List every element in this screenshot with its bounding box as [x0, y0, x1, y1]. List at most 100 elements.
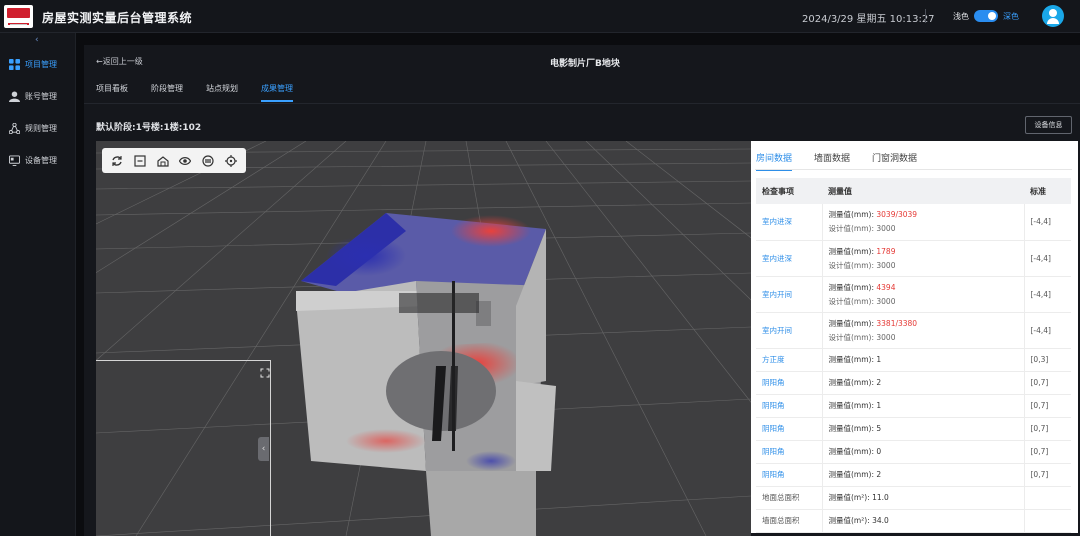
measured-label: 测量值(m²): — [828, 493, 873, 502]
eye-icon[interactable] — [178, 154, 192, 168]
measured-value: 4394 — [876, 282, 896, 292]
top-bar: 房屋实测实量后台管理系统 2024/3/29 星期五 10:13:27 浅色 深… — [0, 0, 1080, 33]
standard-cell: [0,7] — [1024, 394, 1071, 418]
check-item-link[interactable]: 室内进深 — [762, 217, 792, 226]
measured-value: 2 — [876, 378, 882, 387]
table-row: 阴阳角 测量值(mm): 2 [0,7] — [756, 463, 1071, 487]
sidebar-item-label: 设备管理 — [25, 155, 57, 165]
check-item-link[interactable]: 阴阳角 — [762, 378, 785, 387]
layers-icon[interactable] — [201, 154, 215, 168]
expand-icon[interactable] — [260, 363, 270, 378]
user-icon — [9, 90, 20, 102]
check-item-cell: 阴阳角 — [756, 371, 823, 395]
theme-toggle[interactable] — [974, 10, 998, 22]
column-header: 标准 — [1024, 178, 1071, 204]
standard-cell: [0,7] — [1024, 463, 1071, 487]
measured-label: 测量值(mm): — [828, 210, 877, 220]
target-icon[interactable] — [224, 154, 238, 168]
measured-label: 测量值(mm): — [828, 424, 877, 433]
check-item-cell: 阴阳角 — [756, 440, 823, 464]
tab-dashboard[interactable]: 项目看板 — [96, 83, 128, 102]
datetime-display: 2024/3/29 星期五 10:13:27 — [802, 14, 935, 25]
toggle-knob — [988, 12, 996, 20]
check-item-cell: 阴阳角 — [756, 417, 823, 441]
measured-label: 测量值(mm): — [828, 246, 877, 256]
measured-cell: 测量值(mm): 3381/3380 设计值(mm): 3000 — [822, 312, 1025, 349]
tab-stage[interactable]: 阶段管理 — [151, 83, 183, 102]
minus-box-icon[interactable] — [133, 154, 147, 168]
standard-cell — [1024, 486, 1071, 510]
page-title: 电影制片厂B地块 — [550, 59, 620, 69]
grid-icon — [9, 58, 20, 70]
avatar[interactable] — [1042, 5, 1064, 27]
tab-bar: 项目看板 阶段管理 站点规划 成果管理 — [96, 83, 316, 102]
tab-results[interactable]: 成果管理 — [261, 83, 293, 102]
divider — [84, 103, 1080, 104]
table-row: 地面总面积 测量值(m²): 11.0 — [756, 486, 1071, 510]
standard-cell: [-4,4] — [1024, 312, 1071, 349]
measured-cell: 测量值(mm): 0 — [822, 440, 1025, 464]
table-row: 室内开间 测量值(mm): 3381/3380 设计值(mm): 3000 [-4,4… — [756, 312, 1071, 349]
check-item-link[interactable]: 阴阳角 — [762, 424, 785, 433]
app-title: 房屋实测实量后台管理系统 — [42, 11, 193, 25]
measured-value: 11.0 — [872, 493, 889, 502]
check-item-link[interactable]: 室内进深 — [762, 254, 792, 263]
measured-value: 3039/3039 — [876, 210, 918, 220]
sidebar-item-account[interactable]: 账号管理 — [9, 88, 75, 104]
divider — [755, 169, 1072, 170]
check-item-link[interactable]: 阴阳角 — [762, 447, 785, 456]
check-item-cell: 方正度 — [756, 348, 823, 372]
3d-viewport[interactable]: ‹ — [96, 141, 751, 536]
sidebar-item-devices[interactable]: 设备管理 — [9, 152, 75, 168]
measured-label: 测量值(mm): — [828, 447, 877, 456]
standard-cell: [0,7] — [1024, 371, 1071, 395]
measured-cell: 测量值(mm): 3039/3039 设计值(mm): 3000 — [822, 204, 1025, 241]
sidebar-item-label: 账号管理 — [25, 91, 57, 101]
standard-cell: [-4,4] — [1024, 276, 1071, 313]
measured-cell: 测量值(mm): 1 — [822, 394, 1025, 418]
standard-cell: [-4,4] — [1024, 204, 1071, 241]
viewer-toolbar — [102, 148, 246, 173]
design-value: 设计值(mm): 3000 — [828, 296, 896, 306]
sidebar-item-project[interactable]: 项目管理 — [9, 56, 75, 72]
measured-cell: 测量值(mm): 2 — [822, 371, 1025, 395]
home-3d-icon[interactable] — [156, 154, 170, 168]
minimap[interactable] — [96, 360, 271, 536]
tab-room-data[interactable]: 房间数据 — [756, 151, 793, 171]
check-item-cell: 室内开间 — [756, 276, 823, 313]
standard-cell: [-4,4] — [1024, 240, 1071, 277]
check-item-link[interactable]: 方正度 — [762, 355, 785, 364]
tab-station[interactable]: 站点规划 — [206, 83, 238, 102]
collapse-icon[interactable]: ‹ — [35, 35, 39, 45]
check-item-label: 地面总面积 — [762, 493, 800, 502]
panel-tabs: 房间数据 墙面数据 门窗洞数据 — [756, 151, 939, 171]
sidebar-item-label: 规则管理 — [25, 123, 57, 133]
design-value: 设计值(mm): 3000 — [828, 260, 896, 270]
column-header: 检查事项 — [756, 178, 822, 204]
measured-label: 测量值(mm): — [828, 355, 877, 364]
sidebar-item-rules[interactable]: 规则管理 — [9, 120, 75, 136]
tab-wall-data[interactable]: 墙面数据 — [814, 151, 850, 171]
design-value: 设计值(mm): 3000 — [828, 224, 896, 234]
check-item-cell: 室内开间 — [756, 312, 823, 349]
standard-cell: [0,3] — [1024, 348, 1071, 372]
table-row: 阴阳角 测量值(mm): 5 [0,7] — [756, 417, 1071, 441]
back-link[interactable]: ←返回上一级 — [96, 56, 143, 67]
check-item-link[interactable]: 阴阳角 — [762, 470, 785, 479]
stage-label: 默认阶段:1号楼:1楼:102 — [96, 123, 202, 133]
measured-label: 测量值(mm): — [828, 401, 877, 410]
table-row: 阴阳角 测量值(mm): 0 [0,7] — [756, 440, 1071, 464]
tab-opening-data[interactable]: 门窗洞数据 — [872, 151, 917, 171]
drawer-handle[interactable]: ‹ — [258, 437, 269, 461]
check-item-label: 墙面总面积 — [762, 516, 800, 525]
check-item-link[interactable]: 阴阳角 — [762, 401, 785, 410]
measured-cell: 测量值(mm): 5 — [822, 417, 1025, 441]
monitor-icon — [9, 154, 20, 166]
standard-cell — [1024, 509, 1071, 533]
device-info-button[interactable]: 设备信息 — [1025, 116, 1072, 134]
check-item-link[interactable]: 室内开间 — [762, 290, 792, 299]
measured-value: 1 — [876, 401, 882, 410]
brand-logo — [4, 5, 33, 28]
check-item-link[interactable]: 室内开间 — [762, 326, 792, 335]
refresh-icon[interactable] — [110, 154, 124, 168]
